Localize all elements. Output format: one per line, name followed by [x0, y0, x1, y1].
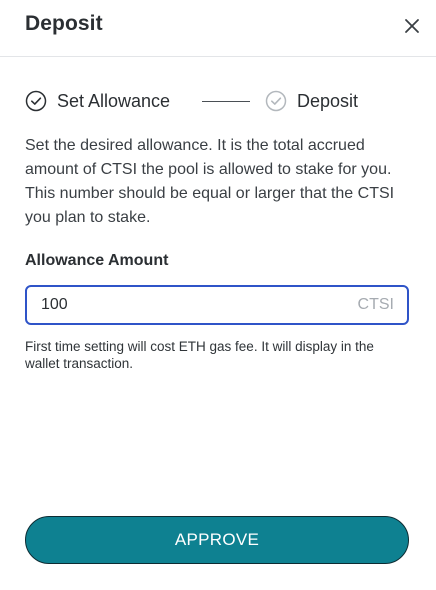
currency-unit: CTSI — [357, 296, 394, 313]
description-text: Set the desired allowance. It is the tot… — [25, 137, 395, 226]
step-deposit: Deposit — [265, 88, 358, 114]
check-circle-icon — [265, 90, 287, 112]
close-button[interactable] — [401, 15, 423, 37]
helper-text: First time setting will cost ETH gas fee… — [25, 339, 374, 371]
dialog-title: Deposit — [25, 12, 103, 35]
check-circle-icon — [25, 90, 47, 112]
step-connector — [202, 101, 250, 102]
dialog-header: Deposit — [0, 0, 436, 57]
step-set-allowance: Set Allowance — [25, 88, 170, 114]
allowance-input-container: CTSI — [25, 285, 409, 325]
close-icon — [405, 19, 419, 33]
allowance-amount-label: Allowance Amount — [25, 252, 169, 269]
deposit-dialog: Deposit Set Allowance Deposit Set the de… — [0, 0, 436, 590]
step-label-set-allowance: Set Allowance — [57, 90, 171, 111]
approve-button[interactable]: APPROVE — [25, 516, 409, 564]
allowance-amount-input[interactable] — [41, 287, 341, 323]
stepper: Set Allowance Deposit — [25, 88, 425, 114]
step-label-deposit: Deposit — [297, 90, 359, 111]
